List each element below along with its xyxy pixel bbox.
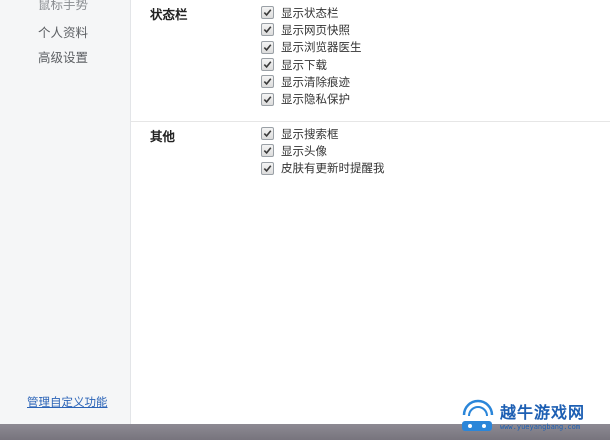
watermark-title: 越牛游戏网	[500, 403, 586, 422]
checkbox-checked-icon[interactable]	[261, 92, 274, 106]
checkbox-show-privacy-protection[interactable]: 显示隐私保护	[261, 90, 362, 107]
section-title-other: 其他	[150, 129, 176, 144]
checkbox-checked-icon[interactable]	[261, 6, 274, 20]
manage-custom-features-link[interactable]: 管理自定义功能	[27, 394, 108, 410]
checkbox-label: 显示隐私保护	[281, 92, 350, 107]
checkbox-label: 显示搜索框	[281, 126, 339, 141]
checkbox-show-avatar[interactable]: 显示头像	[261, 142, 385, 159]
checkbox-checked-icon[interactable]	[261, 144, 274, 158]
checkbox-skin-update-reminder[interactable]: 皮肤有更新时提醒我	[261, 160, 385, 177]
section-divider	[131, 121, 610, 122]
checkbox-label: 显示下载	[281, 57, 327, 72]
checkbox-label: 显示清除痕迹	[281, 74, 350, 89]
checkbox-checked-icon[interactable]	[261, 75, 274, 89]
sidebar-item-mouse-gestures[interactable]: 鼠标手势	[38, 0, 88, 13]
checkbox-show-clear-traces[interactable]: 显示清除痕迹	[261, 73, 362, 90]
checkbox-checked-icon[interactable]	[261, 23, 274, 37]
checkbox-label: 显示浏览器医生	[281, 40, 362, 55]
watermark-url: www.yueyangbang.com	[500, 423, 581, 431]
other-options: 显示搜索框 显示头像 皮肤有更新时提醒我	[261, 125, 385, 177]
statusbar-options: 显示状态栏 显示网页快照 显示浏览器医生 显示下载 显示清除痕迹 显示隐私保护	[261, 4, 362, 108]
sidebar-item-advanced-settings[interactable]: 高级设置	[38, 47, 88, 66]
checkbox-show-search-box[interactable]: 显示搜索框	[261, 125, 385, 142]
checkbox-checked-icon[interactable]	[261, 127, 274, 141]
checkbox-label: 显示网页快照	[281, 22, 350, 37]
watermark-logo-icon	[462, 399, 494, 431]
section-title-statusbar: 状态栏	[150, 7, 188, 22]
sidebar-item-profile[interactable]: 个人资料	[38, 22, 88, 41]
settings-main-panel: 状态栏 显示状态栏 显示网页快照 显示浏览器医生 显示下载 显示清除痕迹 显示隐…	[131, 0, 610, 424]
checkbox-label: 显示头像	[281, 143, 327, 158]
checkbox-checked-icon[interactable]	[261, 58, 274, 72]
checkbox-show-page-snapshot[interactable]: 显示网页快照	[261, 21, 362, 38]
checkbox-label: 显示状态栏	[281, 5, 339, 20]
watermark-logo: 越牛游戏网 www.yueyangbang.com	[458, 397, 608, 439]
checkbox-label: 皮肤有更新时提醒我	[281, 161, 385, 176]
sidebar: 鼠标手势 个人资料 高级设置 管理自定义功能	[0, 0, 131, 424]
checkbox-checked-icon[interactable]	[261, 161, 274, 175]
checkbox-checked-icon[interactable]	[261, 40, 274, 54]
checkbox-show-browser-doctor[interactable]: 显示浏览器医生	[261, 39, 362, 56]
checkbox-show-download[interactable]: 显示下载	[261, 56, 362, 73]
checkbox-show-statusbar[interactable]: 显示状态栏	[261, 4, 362, 21]
